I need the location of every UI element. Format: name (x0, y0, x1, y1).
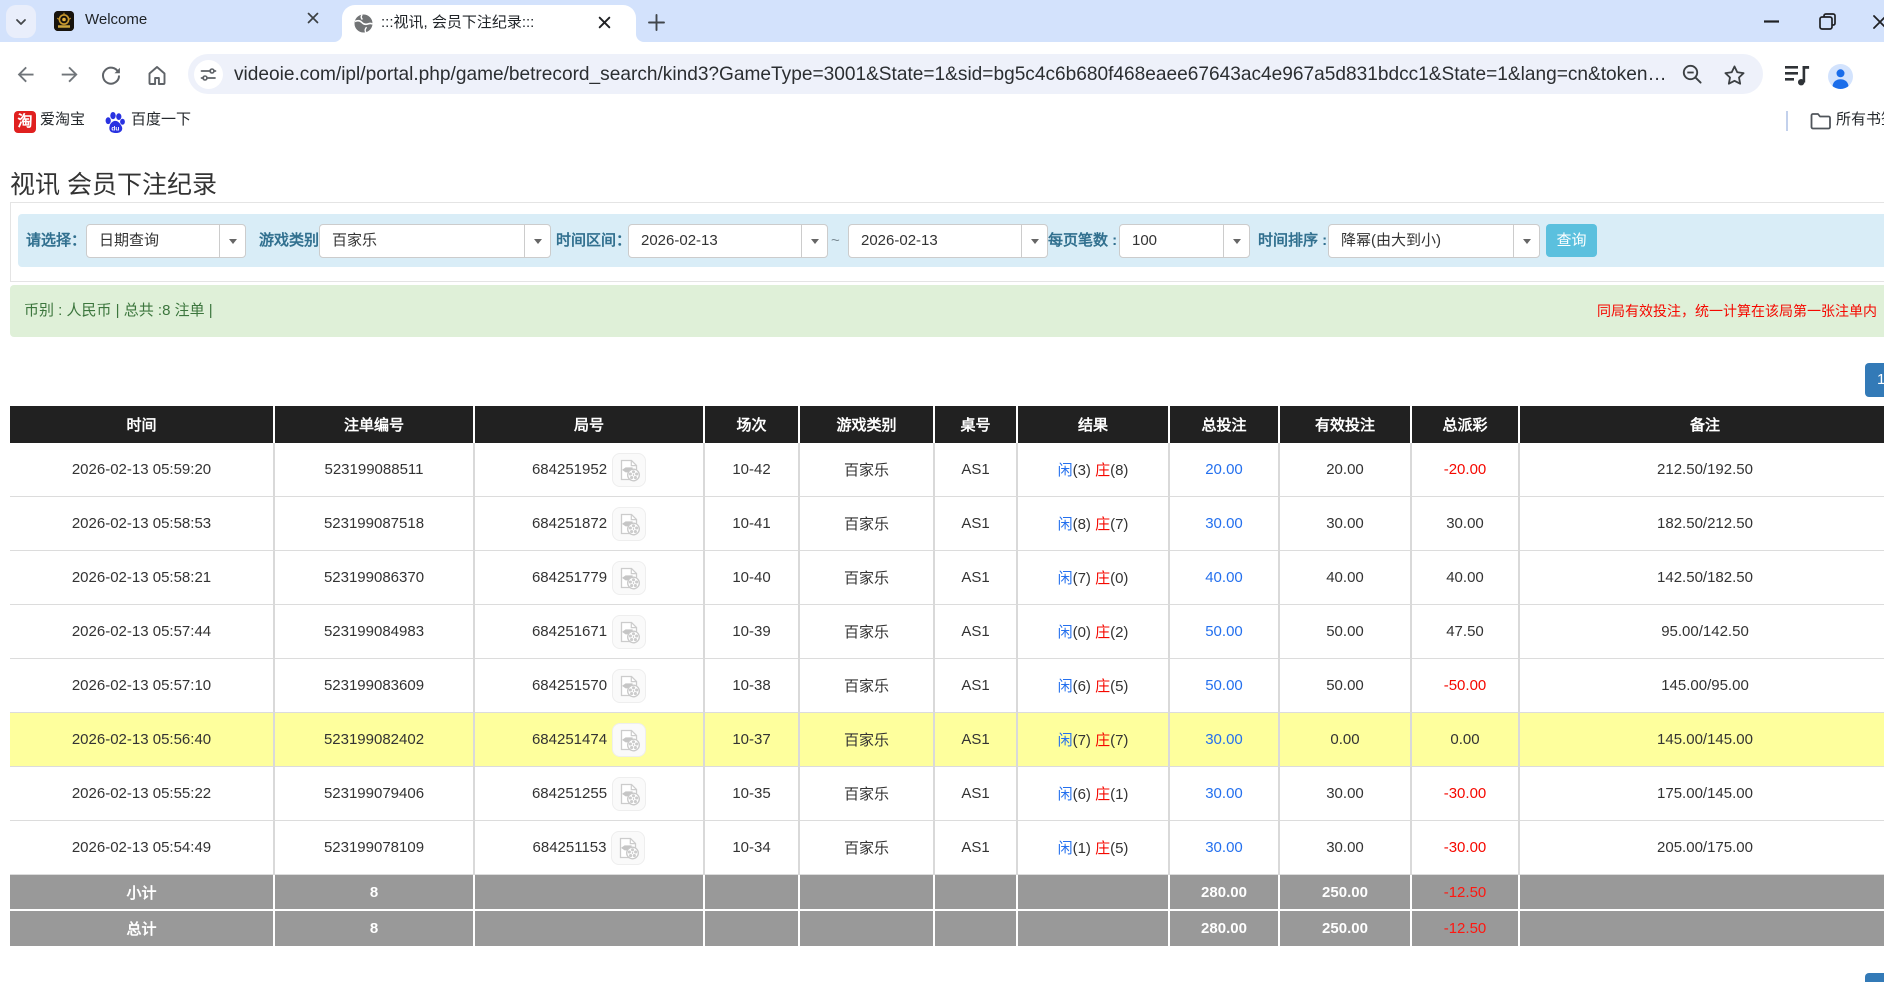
svg-text:du: du (111, 125, 119, 132)
